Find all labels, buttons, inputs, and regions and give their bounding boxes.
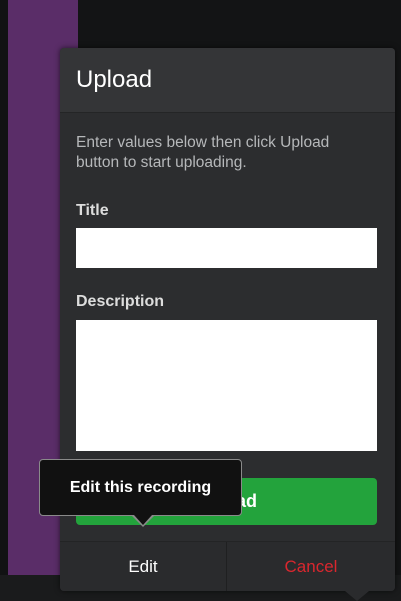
title-input[interactable] [76,228,377,268]
description-input[interactable] [76,320,377,451]
dialog-pointer-arrow [345,591,369,601]
tooltip-arrow [134,515,152,525]
dialog-header: Upload [60,48,395,113]
edit-button[interactable]: Edit [60,542,226,591]
cancel-button[interactable]: Cancel [227,542,395,591]
edit-tooltip: Edit this recording [39,459,242,516]
description-label: Description [76,293,165,310]
upload-instructions: Enter values below then click Upload but… [76,134,330,171]
dialog-title: Upload [76,66,153,93]
title-label: Title [76,202,109,219]
dialog-footer: Edit Cancel [60,541,395,591]
